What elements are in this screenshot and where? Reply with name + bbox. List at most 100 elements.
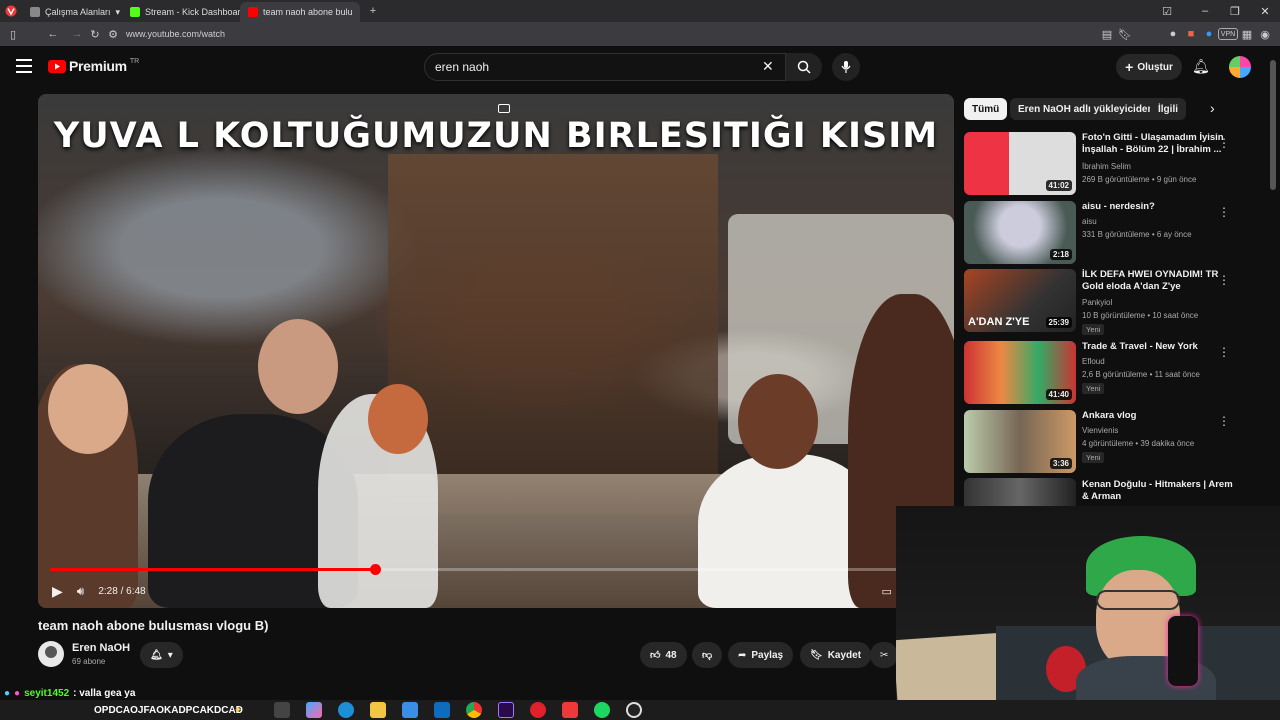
new-tab-button[interactable]: + — [364, 2, 382, 20]
file-explorer-icon[interactable] — [370, 702, 387, 718]
menu-icon[interactable] — [16, 59, 32, 73]
notifications-bell-icon[interactable]: 🔔︎ — [1192, 58, 1210, 75]
share-label: Paylaş — [751, 649, 784, 661]
more-options-icon[interactable]: ⋮ — [1218, 136, 1230, 150]
edge-icon[interactable] — [338, 702, 355, 718]
notification-subscribe-button[interactable]: 🔔︎ ▾ — [140, 642, 183, 668]
recommendation-channel[interactable]: Pankyiol — [1082, 298, 1112, 307]
create-button[interactable]: + Oluştur — [1116, 54, 1182, 80]
spotify-icon[interactable] — [594, 702, 611, 718]
reader-icon[interactable]: ▤ — [1098, 25, 1116, 43]
sidebar-toggle-icon[interactable]: ▯ — [4, 25, 22, 43]
forward-icon[interactable]: → — [68, 25, 86, 43]
recommendation-item[interactable]: 41:02 Foto'n Gitti - Ulaşamadım İyisin İ… — [964, 132, 1264, 196]
more-options-icon[interactable]: ⋮ — [1218, 205, 1230, 219]
recommendation-meta: 331 B görüntüleme • 6 ay önce — [1082, 230, 1192, 239]
recommendation-item[interactable]: Kenan Doğulu - Hitmakers | Arem & Arman — [964, 478, 1264, 506]
like-button[interactable]: 👍︎ 48 — [640, 642, 687, 668]
video-thumbnail[interactable]: A'DAN Z'YE 25:39 — [964, 269, 1076, 332]
video-thumbnail[interactable]: 3:36 — [964, 410, 1076, 473]
task-view-icon[interactable] — [274, 702, 291, 718]
recommendation-channel[interactable]: İbrahim Selim — [1082, 162, 1131, 171]
chip-related[interactable]: İlgili — [1150, 98, 1186, 120]
recommendation-item[interactable]: 41:40 Trade & Travel - New York Efloud 2… — [964, 341, 1264, 405]
channel-avatar[interactable] — [38, 641, 64, 667]
chevron-down-icon: ▾ — [167, 649, 173, 661]
recommendation-item[interactable]: 3:36 Ankara vlog Vienvienis 4 görüntülem… — [964, 410, 1264, 474]
recommendation-meta: 269 B görüntüleme • 9 gün önce — [1082, 175, 1197, 184]
copilot-icon[interactable] — [306, 702, 323, 718]
extensions-icon[interactable]: ▦ — [1238, 25, 1256, 43]
time-display: 2:28 / 6:48 — [98, 585, 146, 597]
vivaldi-taskbar-icon[interactable] — [562, 702, 579, 718]
more-options-icon[interactable]: ⋮ — [1218, 345, 1230, 359]
obs-icon[interactable] — [626, 702, 643, 718]
account-avatar[interactable] — [1229, 56, 1251, 78]
recommendation-item[interactable]: A'DAN Z'YE 25:39 İLK DEFA HWEI OYNADIM! … — [964, 269, 1264, 335]
more-options-icon[interactable]: ⋮ — [1218, 414, 1230, 428]
share-button[interactable]: ➦ Paylaş — [728, 642, 794, 668]
extension-ublock-icon[interactable]: ■ — [1182, 25, 1200, 43]
reload-icon[interactable]: ↻ — [86, 25, 104, 43]
recommendation-channel[interactable]: Efloud — [1082, 357, 1105, 366]
close-window-button[interactable]: ✕ — [1250, 5, 1280, 18]
tab-menu-icon[interactable]: ☑ — [1158, 2, 1176, 20]
player-controls: ▶ 🔊︎ 2:28 / 6:48 ▭ ⚙ ▭ — [38, 574, 954, 608]
vpn-icon[interactable]: VPN — [1218, 28, 1238, 40]
video-thumbnail[interactable]: 2:18 — [964, 201, 1076, 264]
sparkle-icon: ✦ — [234, 704, 243, 716]
recommendation-channel[interactable]: aisu — [1082, 217, 1097, 226]
tab-workspaces[interactable]: Çalışma Alanları ▾ — [22, 2, 122, 22]
extension-dot-icon[interactable]: ● — [1164, 25, 1182, 43]
store-icon[interactable] — [402, 702, 419, 718]
volume-icon[interactable]: 🔊︎ — [77, 584, 85, 599]
save-label: Kaydet — [827, 649, 862, 661]
subscriber-count: 69 abone — [72, 657, 106, 666]
search-button[interactable] — [786, 53, 822, 81]
tab-youtube-video[interactable]: team naoh abone bulusma — [240, 2, 360, 22]
play-icon[interactable]: ▶ — [52, 583, 63, 600]
video-thumbnail[interactable] — [964, 478, 1076, 506]
bookmark-icon[interactable]: 🔖︎ — [1116, 25, 1134, 43]
extension-blue-icon[interactable]: ● — [1200, 25, 1218, 43]
voice-search-button[interactable] — [832, 53, 860, 81]
thumbs-down-icon: 👎︎ — [702, 650, 713, 661]
progress-bar[interactable] — [50, 564, 942, 575]
chip-from-uploader[interactable]: Eren NaOH adlı yükleyiciden — [1010, 98, 1162, 120]
restore-button[interactable]: ❐ — [1220, 5, 1250, 18]
page-scrollbar[interactable] — [1270, 60, 1276, 190]
more-options-icon[interactable]: ⋮ — [1218, 273, 1230, 287]
miniplayer-icon[interactable] — [498, 104, 510, 113]
recommendation-item[interactable]: 2:18 aisu - nerdesin? aisu 331 B görüntü… — [964, 201, 1264, 265]
clip-button[interactable]: ✂ — [870, 642, 899, 668]
chevron-right-icon[interactable]: › — [1210, 100, 1215, 116]
channel-name[interactable]: Eren NaOH — [72, 642, 130, 654]
chrome-icon[interactable] — [466, 702, 483, 718]
video-thumbnail[interactable]: 41:02 — [964, 132, 1076, 195]
bell-icon: 🔔︎ — [150, 649, 163, 661]
tab-label: team naoh abone bulusma — [263, 7, 352, 17]
url-field[interactable]: www.youtube.com/watch — [126, 29, 225, 39]
opera-icon[interactable] — [530, 702, 547, 718]
dislike-button[interactable]: 👎︎ — [692, 642, 723, 668]
stream-chat-message: ● ● seyit1452 : valla gea ya — [0, 686, 240, 700]
youtube-premium-logo[interactable]: Premium TR — [48, 58, 139, 74]
video-player[interactable]: YUVA L KOLTUĞUMUZUN BIRLESITIĞI KISIM ▶ … — [38, 94, 954, 608]
chip-all[interactable]: Tümü — [964, 98, 1008, 120]
tab-kick-dashboard[interactable]: Stream - Kick Dashboard — [122, 2, 240, 22]
site-info-icon[interactable]: ⚙ — [104, 25, 122, 43]
subtitles-icon[interactable]: ▭ — [882, 585, 892, 598]
profile-icon[interactable]: ◉ — [1256, 25, 1274, 43]
minimize-button[interactable]: – — [1190, 5, 1220, 17]
save-button[interactable]: 🔖︎ Kaydet — [800, 642, 872, 668]
back-icon[interactable]: ← — [44, 25, 62, 43]
clear-search-icon[interactable]: ✕ — [762, 58, 774, 75]
video-thumbnail[interactable]: 41:40 — [964, 341, 1076, 404]
search-input[interactable]: eren naoh — [424, 53, 786, 81]
bookmark-icon: 🔖︎ — [810, 649, 823, 661]
recommendation-channel[interactable]: Vienvienis — [1082, 426, 1118, 435]
vivaldi-menu-icon[interactable] — [0, 2, 22, 20]
video-title: team naoh abone bulusması vlogu B) — [38, 618, 269, 633]
outlook-icon[interactable] — [434, 702, 451, 718]
premiere-icon[interactable] — [498, 702, 515, 718]
